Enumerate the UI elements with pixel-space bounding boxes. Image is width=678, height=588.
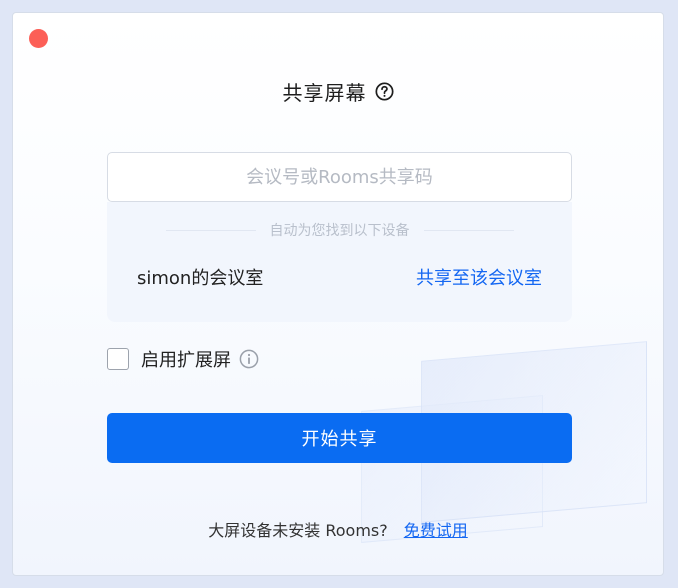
device-panel: 自动为您找到以下设备 simon的会议室 共享至该会议室 bbox=[107, 202, 572, 322]
device-item: simon的会议室 共享至该会议室 bbox=[137, 264, 542, 290]
divider-line bbox=[423, 229, 514, 231]
info-circle-icon[interactable] bbox=[239, 349, 259, 369]
divider-line bbox=[165, 229, 256, 231]
share-screen-window: 共享屏幕 自动为您找到以下设备 simon的会议室 共享至该会议室 启用扩展屏 … bbox=[12, 12, 664, 576]
extend-screen-label: 启用扩展屏 bbox=[141, 350, 231, 371]
free-trial-link[interactable]: 免费试用 bbox=[404, 517, 468, 541]
device-divider: 自动为您找到以下设备 bbox=[107, 220, 572, 240]
help-circle-icon[interactable] bbox=[374, 82, 394, 101]
extend-screen-row: 启用扩展屏 bbox=[107, 346, 259, 372]
meeting-code-input[interactable] bbox=[107, 152, 572, 202]
title-row: 共享屏幕 bbox=[13, 77, 663, 106]
footer-text: 大屏设备未安装 Rooms? bbox=[208, 521, 388, 540]
footer: 大屏设备未安装 Rooms? 免费试用 bbox=[13, 517, 663, 541]
page-title: 共享屏幕 bbox=[282, 81, 367, 105]
start-sharing-button[interactable]: 开始共享 bbox=[107, 413, 572, 463]
window-close-button[interactable] bbox=[29, 29, 48, 48]
extend-screen-checkbox[interactable] bbox=[107, 348, 129, 370]
share-to-room-link[interactable]: 共享至该会议室 bbox=[416, 264, 542, 290]
device-divider-text: 自动为您找到以下设备 bbox=[269, 223, 410, 239]
device-name: simon的会议室 bbox=[137, 268, 264, 289]
